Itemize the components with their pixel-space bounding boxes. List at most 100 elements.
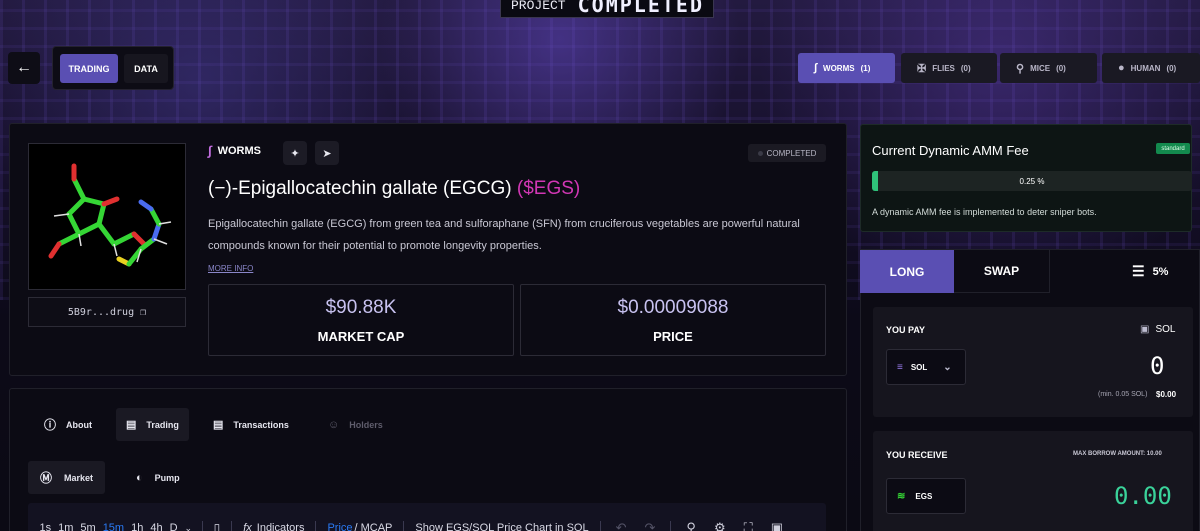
undo-icon[interactable]: ↶ xyxy=(607,520,636,531)
pulse-icon: Ⓜ xyxy=(40,471,53,485)
sliders-icon: ☰ xyxy=(1132,263,1145,279)
timeframe-d[interactable]: D xyxy=(166,522,181,531)
toolbar-divider xyxy=(670,521,672,531)
pay-label: YOU PAY xyxy=(886,325,926,335)
species-tab-flies[interactable]: ✠ FLIES (0) xyxy=(901,53,997,83)
community-label: WORMS xyxy=(217,144,261,157)
species-count: (0) xyxy=(1166,63,1177,73)
fullscreen-icon[interactable]: ⛶ xyxy=(735,520,762,531)
timeframe-4h[interactable]: 4h xyxy=(147,522,166,531)
token-address-copy[interactable]: 5B9r...drug ❐ xyxy=(28,297,186,327)
price-value: $0.00009088 xyxy=(617,296,729,318)
species-tab-human[interactable]: ● HUMAN (0) xyxy=(1102,53,1200,83)
price-stat: $0.00009088 PRICE xyxy=(520,284,826,356)
solana-icon: ≡ xyxy=(897,361,903,373)
species-count: (0) xyxy=(1056,63,1066,73)
pay-amount-input[interactable]: 0 xyxy=(1150,352,1164,380)
fee-progress-bar: 0.25 % xyxy=(872,171,1192,191)
mcap-toggle[interactable]: MCAP xyxy=(358,522,398,531)
timeframe-5m[interactable]: 5m xyxy=(77,522,99,531)
price-toggle[interactable]: Price xyxy=(322,522,354,531)
fee-badge: standard xyxy=(1156,143,1190,154)
timeframe-1m[interactable]: 1m xyxy=(55,522,77,531)
zoom-icon[interactable]: ⚲ xyxy=(677,520,705,531)
function-icon: fx xyxy=(243,522,252,531)
tab-pump[interactable]: ◐ Pump xyxy=(124,461,192,494)
tab-market[interactable]: Ⓜ Market xyxy=(28,461,106,494)
pay-token: SOL xyxy=(910,362,928,372)
tab-about[interactable]: ⓘ About xyxy=(34,408,102,441)
timeframe-1s[interactable]: 1s xyxy=(36,522,55,531)
community-tag: ∫ WORMS xyxy=(208,143,261,158)
tab-trading-section[interactable]: ▤ Trading xyxy=(116,408,189,441)
fee-title: Current Dynamic AMM Fee xyxy=(872,143,1029,158)
species-tab-worms[interactable]: ∫ WORMS (1) xyxy=(798,53,895,83)
settings-icon[interactable]: ⚙ xyxy=(705,520,735,531)
species-tab-mice[interactable]: ⚲ MICE (0) xyxy=(1000,53,1097,83)
species-label: WORMS xyxy=(823,63,855,73)
fee-value: 0.25 % xyxy=(1019,176,1045,186)
swap-tab[interactable]: SWAP xyxy=(954,250,1050,293)
toolbar-divider xyxy=(201,521,203,531)
receive-token: EGS xyxy=(915,491,933,501)
molecule-icon: ≋ xyxy=(897,490,906,502)
bar-chart-icon: ▤ xyxy=(213,419,224,431)
worm-icon: ∫ xyxy=(208,143,212,158)
project-status-banner: PROJECT COMPLETED xyxy=(500,0,714,18)
tab-label: Holders xyxy=(349,419,383,430)
tab-label: Pump xyxy=(154,472,180,483)
worm-icon: ∫ xyxy=(814,62,818,74)
market-cap-value: $90.88K xyxy=(325,296,397,318)
back-button[interactable]: ← xyxy=(8,52,40,84)
chart-toolbar: 1s 1m 5m 15m 1h 4h D ⌄ ▯ fx Indicators P… xyxy=(28,503,826,531)
person-icon: ● xyxy=(1118,62,1125,74)
market-cap-stat: $90.88K MARKET CAP xyxy=(208,284,514,356)
chevron-down-icon[interactable]: ⌄ xyxy=(181,523,196,531)
pay-token-select[interactable]: ≡ SOL ⌄ xyxy=(886,349,966,385)
toolbar-divider xyxy=(403,521,405,531)
info-icon: ⓘ xyxy=(44,418,57,432)
candlestick-icon[interactable]: ▯ xyxy=(209,521,226,531)
camera-icon[interactable]: ▣ xyxy=(762,520,792,531)
indicators-button[interactable]: Indicators xyxy=(257,522,310,531)
more-info-link[interactable]: MORE INFO xyxy=(208,264,253,273)
tab-label: About xyxy=(66,419,93,430)
pay-balance: ▣ SOL xyxy=(1140,324,1175,335)
tab-trading[interactable]: TRADING xyxy=(60,54,118,83)
long-tab[interactable]: LONG xyxy=(860,250,954,293)
species-label: FLIES xyxy=(932,63,955,73)
tab-label: Trading xyxy=(146,419,179,430)
wallet-icon: ▣ xyxy=(1140,324,1150,335)
telegram-button[interactable]: ➤ xyxy=(315,141,339,165)
banner-state: COMPLETED xyxy=(577,0,704,17)
species-count: (1) xyxy=(860,63,871,73)
price-label: PRICE xyxy=(653,328,693,344)
receive-amount: 0.00 xyxy=(1114,482,1172,510)
fee-note: A dynamic AMM fee is implemented to dete… xyxy=(872,207,1097,217)
timeframe-15m[interactable]: 15m xyxy=(99,522,127,531)
view-tabs: TRADING DATA xyxy=(52,46,174,90)
timeframe-1h[interactable]: 1h xyxy=(128,522,147,531)
tab-holders[interactable]: ☺ Holders xyxy=(318,408,393,441)
max-borrow: MAX BORROW AMOUNT: 10.00 xyxy=(1073,451,1162,457)
toolbar-divider xyxy=(231,521,233,531)
tab-label: Market xyxy=(64,472,94,483)
mouse-icon: ⚲ xyxy=(1016,62,1025,75)
pair-chart-toggle[interactable]: Show EGS/SOL Price Chart in SOL xyxy=(410,522,593,531)
fly-icon: ✠ xyxy=(917,62,927,75)
twitter-button[interactable]: ✦ xyxy=(283,141,307,165)
status-badge: COMPLETED xyxy=(748,144,826,162)
people-icon: ☺ xyxy=(328,418,340,431)
status-label: COMPLETED xyxy=(766,148,817,158)
redo-icon[interactable]: ↷ xyxy=(636,520,665,531)
tab-transactions[interactable]: ▤ Transactions xyxy=(203,408,299,441)
slippage-settings[interactable]: ☰ 5% xyxy=(1132,263,1168,280)
min-note: (min. 0.05 SOL) xyxy=(1098,391,1148,398)
species-label: HUMAN xyxy=(1130,63,1161,73)
species-label: MICE xyxy=(1030,63,1051,73)
tab-data[interactable]: DATA xyxy=(124,54,168,83)
tab-label: Transactions xyxy=(233,419,289,430)
market-cap-label: MARKET CAP xyxy=(317,328,405,344)
receive-token-select[interactable]: ≋ EGS xyxy=(886,478,966,514)
copy-icon: ❐ xyxy=(140,306,147,318)
